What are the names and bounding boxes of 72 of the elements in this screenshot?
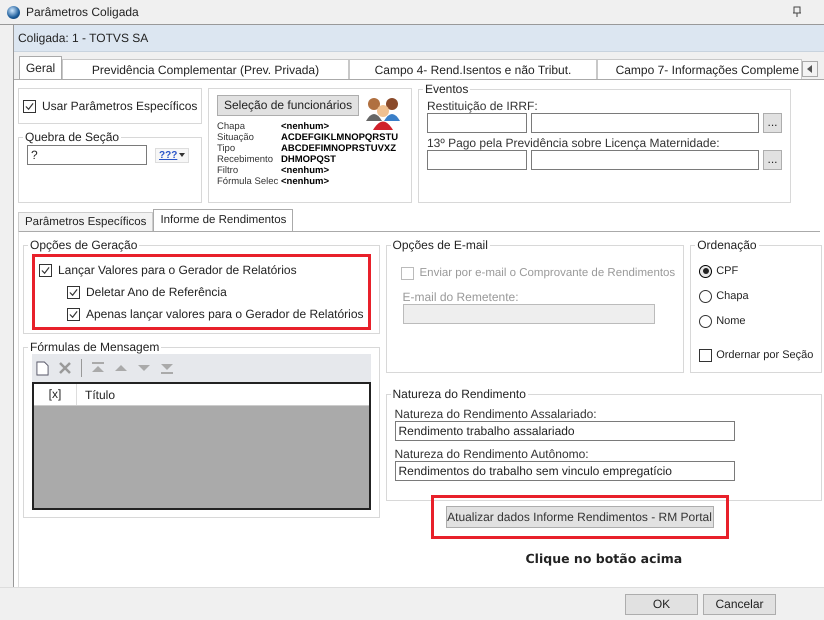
description-input-field[interactable] [531,150,759,170]
field-label: Situação [217,132,255,143]
checkbox-label: Apenas lançar valores para o Gerador de Relatórios [86,307,364,321]
code-input-field[interactable] [427,113,527,133]
checkbox[interactable] [23,100,36,112]
field-label: Filtro [217,165,240,176]
field-label: Natureza do Rendimento Autônomo: [394,447,590,461]
dropdown-arrow-icon [179,153,186,157]
field-label: E-mail do Remetente: [402,290,520,304]
group-title: Fórmulas de Mensagem [29,340,160,354]
picker-button[interactable]: ??? [155,148,190,162]
tab[interactable]: Campo 4- Rend.Isentos e não Tribut. [349,59,597,79]
tab[interactable]: Previdência Complementar (Prev. Privada) [62,59,349,79]
tab[interactable]: Parâmetros Específicos [18,212,154,231]
field-label: 13º Pago pela Previdência sobre Licença Maternidade: [427,136,721,150]
field-label: Chapa [217,121,246,132]
company-header: Coligada: 1 - TOTVS SA [14,25,824,52]
radio-button[interactable] [699,290,712,302]
checkbox-label: Ordernar por Seção [716,349,814,361]
group-title: Natureza do Rendimento [392,387,527,401]
field-value: ACDEFGIKLMNOPQRSTU [281,132,400,143]
radio-label: CPF [716,265,738,277]
group-title: Opções de Geração [29,238,138,252]
checkbox-label: Deletar Ano de Referência [86,285,227,299]
radio-button[interactable] [699,264,712,278]
input-field[interactable]: Rendimentos do trabalho sem vinculo empregatício [394,461,734,481]
field-value: DHMOPQST [281,154,337,165]
field-value: ABCDEFIMNOPRSTUVXZ [281,143,398,154]
radio-label: Chapa [716,290,749,302]
tab[interactable]: Geral [19,56,62,79]
window-title: Parâmetros Coligada [26,5,140,19]
dialog-button[interactable]: Cancelar [703,594,776,614]
radio-button[interactable] [699,314,712,328]
column-header[interactable]: Título [77,388,116,402]
checkbox[interactable] [67,308,80,320]
instruction-text: Clique no botão acima [526,551,684,566]
description-input-field[interactable] [531,113,759,133]
field-value: <nenhum> [281,121,330,132]
checkbox[interactable] [67,286,80,298]
group-title: Eventos [424,82,470,96]
radio-label: Nome [716,315,746,327]
column-header[interactable]: [x] [34,384,77,405]
input-field[interactable]: ? [27,145,147,165]
checkbox-label: Enviar por e-mail o Comprovante de Rendimentos [420,267,676,279]
pin-icon[interactable] [792,6,802,18]
field-label: Recebimento [217,154,274,165]
new-document-icon[interactable] [36,360,49,376]
checkbox-label: Lançar Valores para o Gerador de Relatórios [58,263,297,277]
field-label: Restituição de IRRF: [427,99,539,113]
group-title: Ordenação [696,238,758,252]
browse-button[interactable]: ... [763,150,782,170]
employee-selection-button[interactable]: Seleção de funcionários [217,95,360,116]
checkbox-label: Usar Parâmetros Específicos [42,99,198,113]
group-title: Quebra de Seção [24,130,120,144]
app-logo-icon [7,6,20,18]
field-value: <nenhum> [281,165,330,176]
tab[interactable]: Informe de Rendimentos [153,209,294,231]
input-field[interactable]: Rendimento trabalho assalariado [394,421,734,441]
scroll-left-button[interactable] [802,60,818,78]
group-title: Opções de E-mail [392,238,489,252]
checkbox[interactable] [699,348,712,362]
tab[interactable]: Campo 7- Informações Compleme [597,59,802,79]
browse-button[interactable]: ... [763,113,782,133]
field-label: Natureza do Rendimento Assalariado: [394,407,598,421]
field-label: Fórmula Selec [217,176,280,187]
people-icon [365,95,402,131]
update-button[interactable]: Atualizar dados Informe Rendimentos - RM Portal [446,506,714,528]
field-label: Tipo [217,143,236,154]
checkbox[interactable] [39,264,52,276]
code-input-field[interactable] [427,150,527,170]
dialog-button[interactable]: OK [625,594,698,614]
field-value: <nenhum> [281,176,330,187]
